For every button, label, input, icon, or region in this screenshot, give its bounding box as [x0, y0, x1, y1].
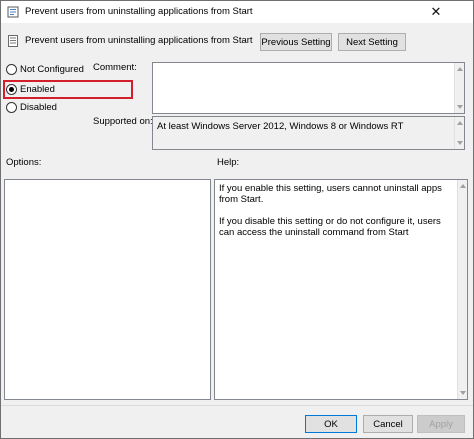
cancel-button[interactable]: Cancel — [363, 415, 413, 433]
radio-disabled[interactable]: Disabled — [6, 102, 57, 113]
enabled-highlight-box — [3, 80, 133, 99]
help-scrollbar[interactable] — [457, 180, 467, 399]
footer-separator — [1, 405, 473, 406]
options-label: Options: — [6, 157, 42, 168]
policy-settings-icon — [7, 6, 19, 18]
supported-scrollbar[interactable] — [454, 117, 464, 149]
scroll-up-arrow-icon[interactable] — [460, 184, 466, 188]
cancel-label: Cancel — [373, 418, 403, 430]
help-label: Help: — [217, 157, 240, 168]
apply-button[interactable]: Apply — [417, 415, 465, 433]
policy-document-icon — [7, 35, 19, 47]
scroll-down-arrow-icon[interactable] — [457, 105, 463, 109]
radio-not-configured[interactable]: Not Configured — [6, 64, 84, 75]
radio-not-configured-label: Not Configured — [20, 64, 84, 75]
next-setting-button[interactable]: Next Setting — [338, 33, 406, 51]
help-text: If you enable this setting, users cannot… — [219, 183, 455, 249]
options-panel — [4, 179, 211, 400]
comment-label: Comment: — [93, 62, 137, 73]
apply-label: Apply — [429, 418, 453, 430]
scroll-down-arrow-icon[interactable] — [457, 141, 463, 145]
previous-setting-button[interactable]: Previous Setting — [260, 33, 332, 51]
window-title: Prevent users from uninstalling applicat… — [25, 6, 253, 17]
radio-not-configured-circle[interactable] — [6, 64, 17, 75]
policy-name: Prevent users from uninstalling applicat… — [25, 35, 253, 46]
radio-disabled-circle[interactable] — [6, 102, 17, 113]
supported-on-value: At least Windows Server 2012, Windows 8 … — [157, 121, 404, 132]
next-setting-label: Next Setting — [346, 36, 398, 48]
supported-on-label: Supported on: — [93, 116, 153, 127]
close-icon: ✕ — [430, 4, 442, 19]
scroll-up-arrow-icon[interactable] — [457, 121, 463, 125]
title-bar[interactable]: Prevent users from uninstalling applicat… — [1, 1, 473, 23]
radio-disabled-label: Disabled — [20, 102, 57, 113]
comment-textbox[interactable] — [152, 62, 465, 114]
scroll-down-arrow-icon[interactable] — [460, 391, 466, 395]
close-button[interactable]: ✕ — [413, 1, 459, 23]
help-paragraph: If you enable this setting, users cannot… — [219, 183, 442, 205]
policy-dialog: Prevent users from uninstalling applicat… — [0, 0, 474, 439]
help-panel: If you enable this setting, users cannot… — [214, 179, 468, 400]
ok-button[interactable]: OK — [305, 415, 357, 433]
supported-on-box: At least Windows Server 2012, Windows 8 … — [152, 116, 465, 150]
previous-setting-label: Previous Setting — [261, 36, 331, 48]
help-paragraph: If you disable this setting or do not co… — [219, 216, 441, 238]
comment-scrollbar[interactable] — [454, 63, 464, 113]
ok-label: OK — [324, 418, 338, 430]
scroll-up-arrow-icon[interactable] — [457, 67, 463, 71]
